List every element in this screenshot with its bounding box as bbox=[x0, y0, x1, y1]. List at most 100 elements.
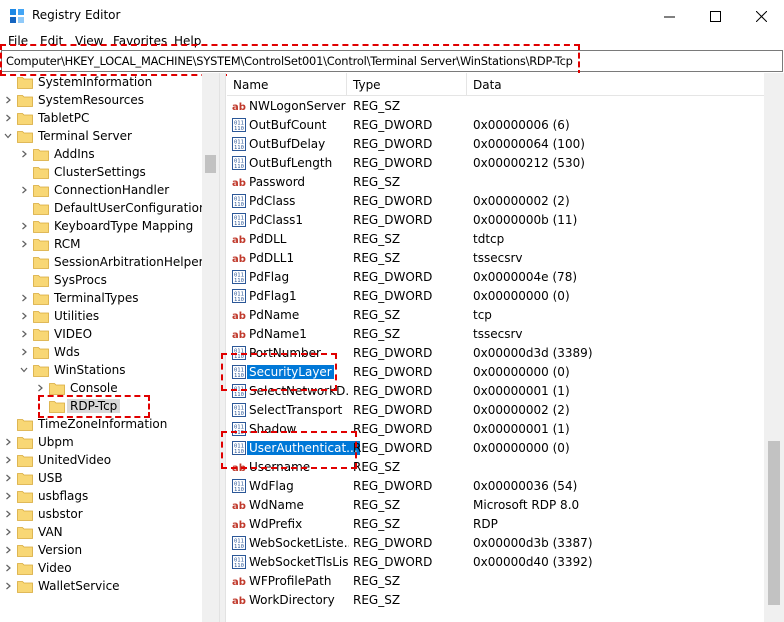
column-divider[interactable] bbox=[346, 73, 347, 95]
registry-value-row[interactable]: 011 110 PdClass1 REG_DWORD 0x0000000b (11) bbox=[227, 211, 764, 230]
column-data-header[interactable]: Data bbox=[473, 78, 502, 92]
value-list-scrollbar[interactable] bbox=[764, 73, 784, 622]
registry-value-row[interactable]: 011 110 SelectTransport REG_DWORD 0x00000002… bbox=[227, 401, 764, 420]
chevron-right-icon[interactable] bbox=[4, 546, 12, 554]
tree-item[interactable]: TimeZoneInformation bbox=[0, 416, 205, 434]
chevron-right-icon[interactable] bbox=[4, 114, 12, 122]
tree-item[interactable]: UnitedVideo bbox=[0, 452, 205, 470]
chevron-right-icon[interactable] bbox=[4, 456, 12, 464]
registry-value-row[interactable]: 011 110 UserAuthenticat... REG_DWORD 0x00000… bbox=[227, 439, 764, 458]
registry-value-row[interactable]: ab PdDLL1 REG_SZ tssecsrv bbox=[227, 249, 764, 268]
maximize-button[interactable] bbox=[692, 0, 738, 32]
registry-value-row[interactable]: 011 110 Shadow REG_DWORD 0x00000001 (1) bbox=[227, 420, 764, 439]
chevron-right-icon[interactable] bbox=[4, 438, 12, 446]
registry-value-row[interactable]: 011 110 SecurityLayer REG_DWORD 0x00000000 (… bbox=[227, 363, 764, 382]
tree-item[interactable]: TabletPC bbox=[0, 110, 205, 128]
chevron-right-icon[interactable] bbox=[4, 96, 12, 104]
tree-item[interactable]: Version bbox=[0, 542, 205, 560]
registry-value-row[interactable]: 011 110 PortNumber REG_DWORD 0x00000d3d (338… bbox=[227, 344, 764, 363]
tree-item[interactable]: USB bbox=[0, 470, 205, 488]
pane-splitter[interactable] bbox=[219, 73, 226, 622]
tree-item[interactable]: VIDEO bbox=[0, 326, 205, 344]
tree-item[interactable]: usbstor bbox=[0, 506, 205, 524]
address-bar[interactable]: Computer\HKEY_LOCAL_MACHINE\SYSTEM\Contr… bbox=[1, 50, 783, 72]
tree-item[interactable]: Utilities bbox=[0, 308, 205, 326]
chevron-right-icon[interactable] bbox=[4, 564, 12, 572]
chevron-right-icon[interactable] bbox=[20, 150, 28, 158]
chevron-right-icon[interactable] bbox=[4, 582, 12, 590]
column-name-header[interactable]: Name bbox=[233, 78, 268, 92]
tree-item[interactable]: SessionArbitrationHelper bbox=[0, 254, 205, 272]
chevron-right-icon[interactable] bbox=[20, 348, 28, 356]
tree-item[interactable]: Wds bbox=[0, 344, 205, 362]
menu-view[interactable]: View bbox=[75, 34, 103, 48]
registry-value-row[interactable]: 011 110 PdFlag1 REG_DWORD 0x00000000 (0) bbox=[227, 287, 764, 306]
registry-value-row[interactable]: ab WFProfilePath REG_SZ bbox=[227, 572, 764, 591]
chevron-right-icon[interactable] bbox=[4, 528, 12, 536]
chevron-down-icon[interactable] bbox=[20, 366, 28, 374]
value-list-scrollbar-thumb[interactable] bbox=[768, 441, 780, 605]
registry-value-row[interactable]: ab PdName1 REG_SZ tssecsrv bbox=[227, 325, 764, 344]
tree-item[interactable]: WalletService bbox=[0, 578, 205, 596]
address-path[interactable]: Computer\HKEY_LOCAL_MACHINE\SYSTEM\Contr… bbox=[6, 54, 573, 68]
tree-item[interactable]: Console bbox=[0, 380, 205, 398]
tree-item[interactable]: Ubpm bbox=[0, 434, 205, 452]
registry-key-tree[interactable]: SystemInformation SystemResources TabletPC… bbox=[0, 73, 205, 622]
registry-value-row[interactable]: ab WorkDirectory REG_SZ bbox=[227, 591, 764, 610]
tree-item[interactable]: TerminalTypes bbox=[0, 290, 205, 308]
registry-value-row[interactable]: 011 110 PdClass REG_DWORD 0x00000002 (2) bbox=[227, 192, 764, 211]
chevron-right-icon[interactable] bbox=[4, 510, 12, 518]
chevron-down-icon[interactable] bbox=[4, 132, 12, 140]
registry-value-row[interactable]: ab WdName REG_SZ Microsoft RDP 8.0 bbox=[227, 496, 764, 515]
menu-help[interactable]: Help bbox=[174, 34, 201, 48]
chevron-right-icon[interactable] bbox=[20, 222, 28, 230]
registry-value-row[interactable]: 011 110 OutBufCount REG_DWORD 0x00000006 (6) bbox=[227, 116, 764, 135]
tree-item[interactable]: SystemResources bbox=[0, 92, 205, 110]
registry-value-row[interactable]: ab NWLogonServer REG_SZ bbox=[227, 97, 764, 116]
registry-value-row[interactable]: 011 110 SelectNetworkD... REG_DWORD 0x000000… bbox=[227, 382, 764, 401]
tree-item[interactable]: ConnectionHandler bbox=[0, 182, 205, 200]
tree-item[interactable]: Terminal Server bbox=[0, 128, 205, 146]
chevron-right-icon[interactable] bbox=[4, 474, 12, 482]
chevron-right-icon[interactable] bbox=[20, 294, 28, 302]
chevron-right-icon[interactable] bbox=[4, 492, 12, 500]
chevron-right-icon[interactable] bbox=[20, 240, 28, 248]
chevron-right-icon[interactable] bbox=[36, 384, 44, 392]
tree-item[interactable]: RDP-Tcp bbox=[0, 398, 205, 416]
chevron-right-icon[interactable] bbox=[20, 330, 28, 338]
tree-item[interactable]: SysProcs bbox=[0, 272, 205, 290]
tree-item[interactable]: ClusterSettings bbox=[0, 164, 205, 182]
tree-item[interactable]: DefaultUserConfiguration bbox=[0, 200, 205, 218]
tree-item[interactable]: VAN bbox=[0, 524, 205, 542]
tree-item[interactable]: usbflags bbox=[0, 488, 205, 506]
tree-item[interactable]: SystemInformation bbox=[0, 74, 205, 92]
column-divider[interactable] bbox=[466, 73, 467, 95]
menu-file[interactable]: File bbox=[8, 34, 28, 48]
tree-scrollbar[interactable] bbox=[202, 73, 219, 622]
registry-value-row[interactable]: ab Password REG_SZ bbox=[227, 173, 764, 192]
chevron-right-icon[interactable] bbox=[20, 312, 28, 320]
tree-item[interactable]: Video bbox=[0, 560, 205, 578]
tree-item[interactable]: KeyboardType Mapping bbox=[0, 218, 205, 236]
registry-value-row[interactable]: 011 110 WdFlag REG_DWORD 0x00000036 (54) bbox=[227, 477, 764, 496]
registry-value-row[interactable]: ab PdDLL REG_SZ tdtcp bbox=[227, 230, 764, 249]
menu-edit[interactable]: Edit bbox=[40, 34, 63, 48]
registry-value-list[interactable]: Name Type Data ab NWLogonServer REG_SZ 011 1… bbox=[227, 73, 764, 622]
registry-value-row[interactable]: ab WdPrefix REG_SZ RDP bbox=[227, 515, 764, 534]
tree-item[interactable]: WinStations bbox=[0, 362, 205, 380]
tree-item[interactable]: AddIns bbox=[0, 146, 205, 164]
minimize-button[interactable] bbox=[646, 0, 692, 32]
tree-scrollbar-thumb[interactable] bbox=[205, 155, 216, 173]
close-button[interactable] bbox=[738, 0, 784, 32]
tree-item[interactable]: RCM bbox=[0, 236, 205, 254]
registry-value-row[interactable]: 011 110 OutBufLength REG_DWORD 0x00000212 (5… bbox=[227, 154, 764, 173]
registry-value-row[interactable]: 011 110 WebSocketListe... REG_DWORD 0x00000d… bbox=[227, 534, 764, 553]
registry-value-row[interactable]: ab Username REG_SZ bbox=[227, 458, 764, 477]
menu-favorites[interactable]: Favorites bbox=[113, 34, 167, 48]
registry-value-row[interactable]: 011 110 OutBufDelay REG_DWORD 0x00000064 (10… bbox=[227, 135, 764, 154]
registry-value-row[interactable]: ab PdName REG_SZ tcp bbox=[227, 306, 764, 325]
column-type-header[interactable]: Type bbox=[353, 78, 381, 92]
registry-value-row[interactable]: 011 110 WebSocketTlsLis... REG_DWORD 0x00000… bbox=[227, 553, 764, 572]
chevron-right-icon[interactable] bbox=[20, 186, 28, 194]
registry-value-row[interactable]: 011 110 PdFlag REG_DWORD 0x0000004e (78) bbox=[227, 268, 764, 287]
